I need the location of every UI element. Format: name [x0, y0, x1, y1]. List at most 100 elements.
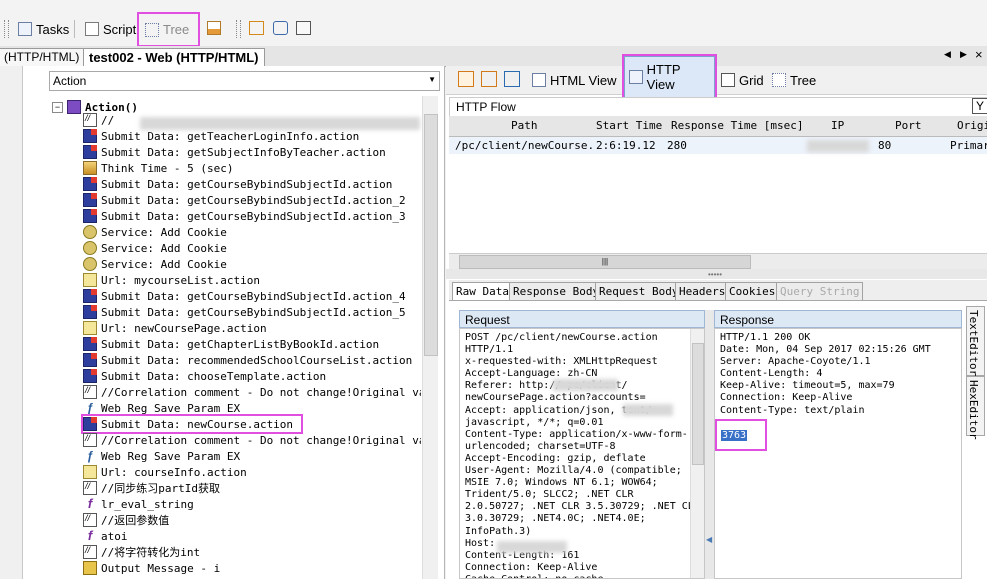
- tree-step-row[interactable]: Submit Data: getCourseBybindSubjectId.ac…: [83, 208, 406, 224]
- flow-horizontal-scrollbar[interactable]: |||: [449, 253, 987, 269]
- tasks-button[interactable]: Tasks: [12, 18, 75, 40]
- tree-step-row[interactable]: ƒ Web Reg Save Param EX: [83, 400, 240, 416]
- scroll-thumb[interactable]: |||: [459, 255, 751, 269]
- tree-step-row[interactable]: Submit Data: getCourseBybindSubjectId.ac…: [83, 192, 406, 208]
- tree-step-row[interactable]: //返回参数值: [83, 512, 169, 528]
- script-button[interactable]: Script: [79, 18, 142, 40]
- tree-step-row[interactable]: Service: Add Cookie: [83, 256, 227, 272]
- copy-icon[interactable]: [296, 21, 311, 35]
- request-scrollbar[interactable]: [690, 329, 704, 578]
- tree-step-row[interactable]: Submit Data: getCourseBybindSubjectId.ac…: [83, 176, 392, 192]
- tree-step-row[interactable]: Url: courseInfo.action: [83, 464, 247, 480]
- web-reg-icon: ƒ: [86, 449, 94, 463]
- tree-step-row[interactable]: f atoi: [83, 528, 128, 544]
- raw-text-line: InfoPath.3): [465, 525, 532, 537]
- column-port[interactable]: Port: [895, 119, 922, 132]
- chevron-down-icon[interactable]: ▼: [428, 75, 436, 84]
- tree-step-row[interactable]: Submit Data: chooseTemplate.action: [83, 368, 326, 384]
- toolbar-grip[interactable]: [236, 20, 241, 38]
- output-pane-icon[interactable]: [207, 21, 221, 35]
- html-view-button[interactable]: HTML View: [528, 69, 620, 91]
- http-flow-row[interactable]: /pc/client/newCourse. 2:6:19.12 280 80 P…: [449, 137, 987, 154]
- column-path[interactable]: Path: [511, 119, 538, 132]
- tree-step-label: //返回参数值: [101, 514, 170, 527]
- tree-step-row[interactable]: Think Time - 5 (sec): [83, 160, 233, 176]
- tree-step-row[interactable]: Submit Data: newCourse.action: [80, 414, 304, 434]
- tree-vertical-scrollbar[interactable]: [422, 96, 438, 579]
- tree-step-label: Web Reg Save Param EX: [101, 401, 241, 415]
- scroll-thumb[interactable]: [424, 114, 438, 356]
- replay-snapshot-icon[interactable]: [481, 71, 497, 87]
- tab-scroll-left-icon[interactable]: ◀: [944, 49, 951, 60]
- record-snapshot-icon[interactable]: [458, 71, 474, 87]
- tree-step-row[interactable]: Output Message - i: [83, 560, 220, 576]
- raw-text-line: Connection: Keep-Alive: [720, 392, 853, 404]
- comment-icon: [83, 481, 97, 495]
- tab-scroll-right-icon[interactable]: ▶: [960, 49, 967, 60]
- tree-step-row[interactable]: Submit Data: getCourseBybindSubjectId.ac…: [83, 304, 406, 320]
- column-start-time[interactable]: Start Time: [596, 119, 662, 132]
- tree-step-row[interactable]: Service: Add Cookie: [83, 224, 227, 240]
- tree-button[interactable]: Tree: [137, 12, 200, 47]
- tab-cookies[interactable]: Cookies: [725, 282, 780, 300]
- tree-step-row[interactable]: //Correlation comment - Do not change!Or…: [83, 432, 421, 448]
- request-response-splitter[interactable]: ◀: [705, 310, 714, 579]
- collapse-left-icon[interactable]: ◀: [706, 535, 712, 544]
- pane-splitter[interactable]: •••••: [446, 269, 987, 279]
- tree-step-row[interactable]: //Correlation comment - Do not change!Or…: [83, 384, 421, 400]
- tree-step-row[interactable]: Submit Data: getCourseBybindSubjectId.ac…: [83, 288, 406, 304]
- tab-label: Response Body: [513, 285, 600, 298]
- tree-step-row[interactable]: Url: mycourseList.action: [83, 272, 260, 288]
- tree-step-row[interactable]: Submit Data: getChapterListByBookId.acti…: [83, 336, 379, 352]
- tab-test002[interactable]: test002 - Web (HTTP/HTML): [83, 48, 265, 66]
- tree-view-button[interactable]: Tree: [768, 69, 820, 91]
- tab-raw-data[interactable]: Raw Data: [452, 282, 513, 300]
- play-icon[interactable]: [273, 21, 288, 35]
- submit-data-icon: [83, 177, 97, 191]
- http-view-button[interactable]: HTTP View: [622, 54, 717, 100]
- tab-headers[interactable]: Headers: [675, 282, 730, 300]
- response-raw-text[interactable]: HTTP/1.1 200 OK Date: Mon, 04 Sep 2017 02…: [714, 328, 962, 579]
- collapse-icon[interactable]: −: [52, 101, 63, 113]
- tree-icon: [145, 22, 159, 37]
- tree-step-row[interactable]: ƒ Web Reg Save Param EX: [83, 448, 240, 464]
- column-ip[interactable]: IP: [831, 119, 844, 132]
- raw-text-line: Content-Type: text/plain: [720, 404, 865, 416]
- column-response-time[interactable]: Response Time [msec]: [671, 119, 803, 132]
- splitter-grip-icon[interactable]: •••••: [708, 270, 722, 279]
- row-origin: Primary: [950, 139, 987, 152]
- action-dropdown[interactable]: Action ▼: [49, 71, 440, 91]
- toolbar-grip[interactable]: [4, 20, 9, 38]
- compare-snapshot-icon[interactable]: [504, 71, 520, 87]
- tree-step-row[interactable]: Url: newCoursePage.action: [83, 320, 267, 336]
- tab-request-body[interactable]: Request Body: [595, 282, 683, 300]
- filter-icon[interactable]: Y: [972, 98, 987, 114]
- tree-step-row[interactable]: Service: Add Cookie: [83, 240, 227, 256]
- action-dropdown-value: Action: [53, 74, 87, 88]
- close-tab-icon[interactable]: ×: [975, 47, 983, 62]
- tree-step-row[interactable]: Submit Data: recommendedSchoolCourseList…: [83, 352, 412, 368]
- tab-response-body[interactable]: Response Body: [509, 282, 604, 300]
- tree-step-row[interactable]: Submit Data: getSubjectInfoByTeacher.act…: [83, 144, 386, 160]
- tab-text-editor[interactable]: TextEditor: [966, 306, 985, 376]
- column-origin[interactable]: Origi: [957, 119, 987, 132]
- scroll-thumb[interactable]: [692, 343, 704, 465]
- tree-step-row[interactable]: //同步练习partId获取: [83, 480, 220, 496]
- tree-step-row[interactable]: //将字符转化为int: [83, 544, 200, 560]
- row-ip-redacted: [807, 140, 869, 152]
- tab-previous-script[interactable]: (HTTP/HTML): [0, 48, 86, 66]
- raw-text-line: 3.0.30729; .NET4.0C; .NET4.0E;: [465, 513, 646, 525]
- tree-step-label: Url: mycourseList.action: [101, 273, 260, 287]
- raw-text-line: urlencoded; charset=UTF-8: [465, 440, 616, 452]
- tree-step-row[interactable]: //: [83, 112, 114, 128]
- tree-step-row[interactable]: Submit Data: getTeacherLoginInfo.action: [83, 128, 359, 144]
- raw-text-line: Cache-Control: no-cache: [465, 574, 704, 578]
- grid-button[interactable]: Grid: [717, 69, 768, 91]
- tree-step-label: Service: Add Cookie: [101, 241, 227, 255]
- tree-step-row[interactable]: f lr_eval_string: [83, 496, 194, 512]
- script-tree-panel: Action ▼ − Action() //Submit Data: getTe…: [0, 66, 445, 579]
- left-gutter: [0, 66, 23, 579]
- tab-hex-editor[interactable]: HexEditor: [966, 376, 985, 440]
- snapshot-icon[interactable]: [249, 21, 264, 35]
- request-raw-text[interactable]: POST /pc/client/newCourse.action HTTP/1.1…: [459, 328, 705, 579]
